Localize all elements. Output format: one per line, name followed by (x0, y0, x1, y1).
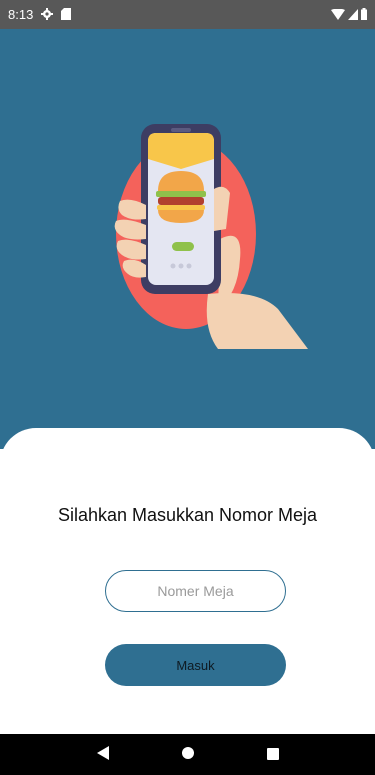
wifi-icon (331, 5, 345, 24)
status-bar: 8:13 (0, 0, 375, 29)
gear-icon (41, 5, 54, 24)
screen: 8:13 Silahkan Masukkan Nomor Meja Nomer … (0, 0, 375, 775)
back-button[interactable] (83, 740, 123, 770)
home-icon (181, 745, 195, 764)
status-left: 8:13 (8, 5, 72, 24)
status-right (331, 5, 367, 24)
status-time: 8:13 (8, 7, 34, 22)
page-prompt: Silahkan Masukkan Nomor Meja (57, 505, 318, 525)
submit-button[interactable]: Masuk (105, 644, 286, 686)
recents-icon (266, 745, 279, 764)
cell-signal-icon (348, 5, 358, 24)
recents-button[interactable] (253, 740, 293, 770)
table-number-input[interactable] (105, 570, 286, 612)
back-icon (96, 745, 109, 764)
phone-in-hand-illustration (114, 124, 308, 349)
hero-banner (0, 29, 375, 449)
navigation-bar (0, 734, 375, 775)
battery-icon (361, 5, 367, 24)
home-button[interactable] (168, 740, 208, 770)
sd-card-icon (61, 5, 72, 24)
